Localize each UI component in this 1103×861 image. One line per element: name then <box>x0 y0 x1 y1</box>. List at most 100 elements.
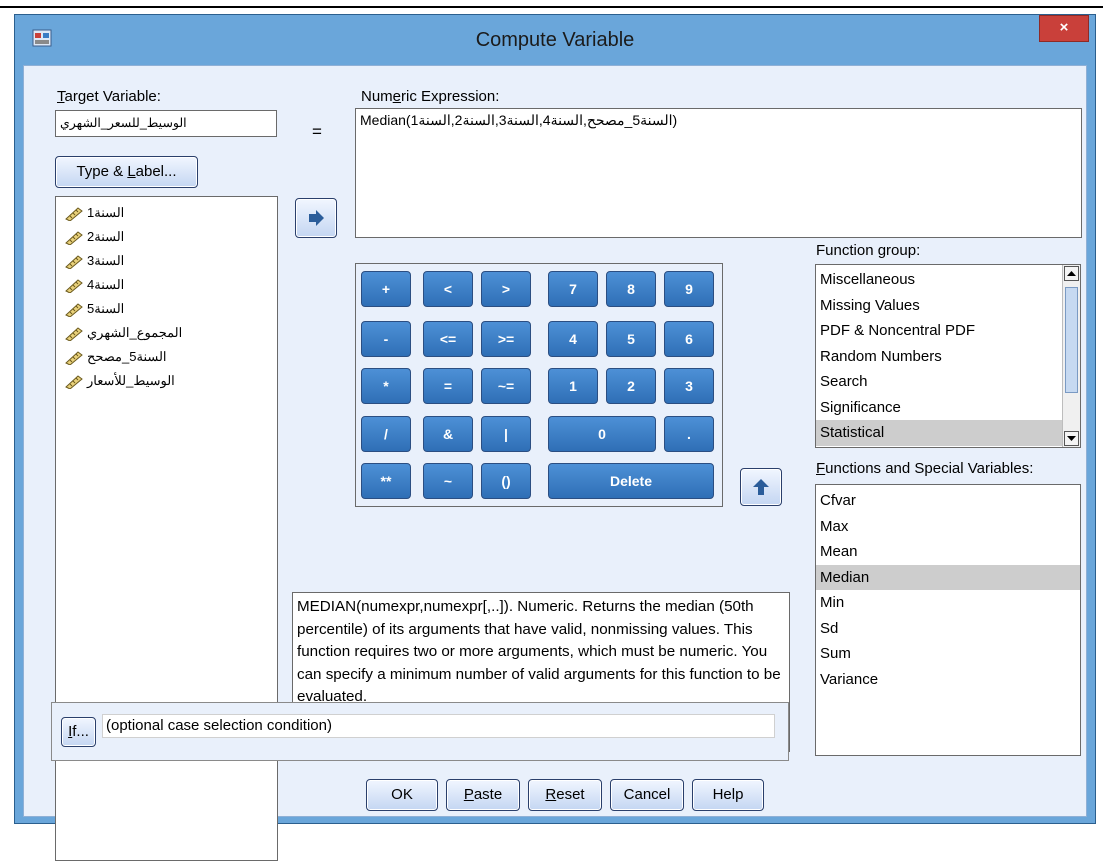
variable-list-item[interactable]: السنة4 <box>56 273 277 297</box>
close-button[interactable]: × <box>1039 15 1089 42</box>
key-plus[interactable]: + <box>361 271 411 307</box>
ruler-icon <box>65 374 83 389</box>
scroll-thumb[interactable] <box>1065 287 1078 393</box>
key-greater-than[interactable]: > <box>481 271 531 307</box>
function-group-item[interactable]: PDF & Noncentral PDF <box>816 318 1062 344</box>
key-multiply[interactable]: * <box>361 368 411 404</box>
numeric-expression-label: Numeric Expression: <box>361 88 500 105</box>
key-less-than[interactable]: < <box>423 271 473 307</box>
ruler-icon <box>65 206 83 221</box>
key-less-equal[interactable]: <= <box>423 321 473 357</box>
close-icon: × <box>1059 19 1069 36</box>
function-item[interactable]: Sd <box>816 616 1080 642</box>
function-group-scrollbar[interactable] <box>1062 265 1080 447</box>
key-greater-equal[interactable]: >= <box>481 321 531 357</box>
functions-list[interactable]: Cfvar Max Mean Median Min Sd Sum Variance <box>815 484 1081 756</box>
insert-function-button[interactable] <box>740 468 782 506</box>
key-not-equal[interactable]: ~= <box>481 368 531 404</box>
ruler-icon <box>65 230 83 245</box>
variable-list-item[interactable]: السنة3 <box>56 249 277 273</box>
key-and[interactable]: & <box>423 416 473 452</box>
key-5[interactable]: 5 <box>606 321 656 357</box>
function-group-item[interactable]: Search <box>816 369 1062 395</box>
target-variable-value: الوسيط_للسعر_الشهري <box>60 116 187 130</box>
key-or[interactable]: | <box>481 416 531 452</box>
reset-button[interactable]: Reset <box>528 779 602 811</box>
variable-name: السنة3 <box>87 253 125 268</box>
key-minus[interactable]: - <box>361 321 411 357</box>
key-divide[interactable]: / <box>361 416 411 452</box>
if-condition-text: (optional case selection condition) <box>106 717 332 734</box>
help-button[interactable]: Help <box>692 779 764 811</box>
variable-name: السنة1 <box>87 205 125 220</box>
compute-variable-window: Compute Variable × Target Variable: الوس… <box>14 14 1096 861</box>
function-item[interactable]: Max <box>816 514 1080 540</box>
function-item[interactable]: Median <box>816 564 1080 590</box>
variable-name: السنة2 <box>87 229 125 244</box>
if-button[interactable]: If... <box>61 717 96 747</box>
function-item[interactable]: Cfvar <box>816 488 1080 514</box>
key-7[interactable]: 7 <box>548 271 598 307</box>
variable-name: السنة5_مصحح <box>87 349 167 364</box>
key-3[interactable]: 3 <box>664 368 714 404</box>
key-not[interactable]: ~ <box>423 463 473 499</box>
variable-list-item[interactable]: السنة1 <box>56 201 277 225</box>
key-parentheses[interactable]: () <box>481 463 531 499</box>
ruler-icon <box>65 350 83 365</box>
variable-list-item[interactable]: السنة2 <box>56 225 277 249</box>
key-1[interactable]: 1 <box>548 368 598 404</box>
function-group-item[interactable]: Significance <box>816 395 1062 421</box>
key-0[interactable]: 0 <box>548 416 656 452</box>
key-8[interactable]: 8 <box>606 271 656 307</box>
variable-name: السنة5 <box>87 301 125 316</box>
variable-list-item[interactable]: الوسيط_للأسعار <box>56 369 277 393</box>
window-title: Compute Variable <box>475 29 635 51</box>
if-condition-field: (optional case selection condition) <box>102 714 775 738</box>
key-equal[interactable]: = <box>423 368 473 404</box>
arrow-up-icon <box>753 479 769 495</box>
function-group-item[interactable]: Statistical <box>816 420 1062 446</box>
type-label-button[interactable]: Type & Label... <box>55 156 198 188</box>
key-decimal[interactable]: . <box>664 416 714 452</box>
ok-button[interactable]: OK <box>366 779 438 811</box>
variable-name: السنة4 <box>87 277 125 292</box>
function-group-item[interactable]: Random Numbers <box>816 344 1062 370</box>
functions-label: Functions and Special Variables: <box>816 460 1034 477</box>
ruler-icon <box>65 302 83 317</box>
dialog-body: Target Variable: الوسيط_للسعر_الشهري Typ… <box>23 65 1087 861</box>
variable-name: الوسيط_للأسعار <box>87 373 175 388</box>
function-group-label: Function group: <box>816 242 921 259</box>
function-group-item[interactable]: Miscellaneous <box>816 267 1062 293</box>
target-variable-input[interactable]: الوسيط_للسعر_الشهري <box>55 110 277 137</box>
paste-button[interactable]: Paste <box>446 779 520 811</box>
move-variable-button[interactable] <box>295 198 337 238</box>
function-group-list[interactable]: Miscellaneous Missing Values PDF & Noncent… <box>815 264 1081 448</box>
cancel-button[interactable]: Cancel <box>610 779 684 811</box>
key-2[interactable]: 2 <box>606 368 656 404</box>
ruler-icon <box>65 278 83 293</box>
variable-list-item[interactable]: المجموع_الشهري <box>56 321 277 345</box>
variable-list-item[interactable]: السنة5_مصحح <box>56 345 277 369</box>
key-9[interactable]: 9 <box>664 271 714 307</box>
variable-name: المجموع_الشهري <box>87 325 183 340</box>
title-bar[interactable]: Compute Variable × <box>15 15 1095 65</box>
numeric-expression-input[interactable]: Median(السنة5_مصحح,السنة4,السنة3,السنة2,… <box>355 108 1082 238</box>
numeric-expression-value: Median(السنة5_مصحح,السنة4,السنة3,السنة2,… <box>360 112 678 128</box>
key-6[interactable]: 6 <box>664 321 714 357</box>
function-item[interactable]: Min <box>816 590 1080 616</box>
scroll-up-icon[interactable] <box>1064 266 1079 281</box>
key-delete[interactable]: Delete <box>548 463 714 499</box>
ruler-icon <box>65 326 83 341</box>
variable-list-item[interactable]: السنة5 <box>56 297 277 321</box>
key-4[interactable]: 4 <box>548 321 598 357</box>
function-item[interactable]: Mean <box>816 539 1080 565</box>
variable-list[interactable]: السنة1 السنة2 السنة3 السنة4 السنة5 المجموع_ال… <box>55 196 278 861</box>
key-power[interactable]: ** <box>361 463 411 499</box>
top-border-line <box>0 6 1103 8</box>
function-item[interactable]: Sum <box>816 641 1080 667</box>
function-group-item[interactable]: Missing Values <box>816 293 1062 319</box>
arrow-right-icon <box>309 210 324 226</box>
scroll-down-icon[interactable] <box>1064 431 1079 446</box>
ruler-icon <box>65 254 83 269</box>
function-item[interactable]: Variance <box>816 667 1080 693</box>
